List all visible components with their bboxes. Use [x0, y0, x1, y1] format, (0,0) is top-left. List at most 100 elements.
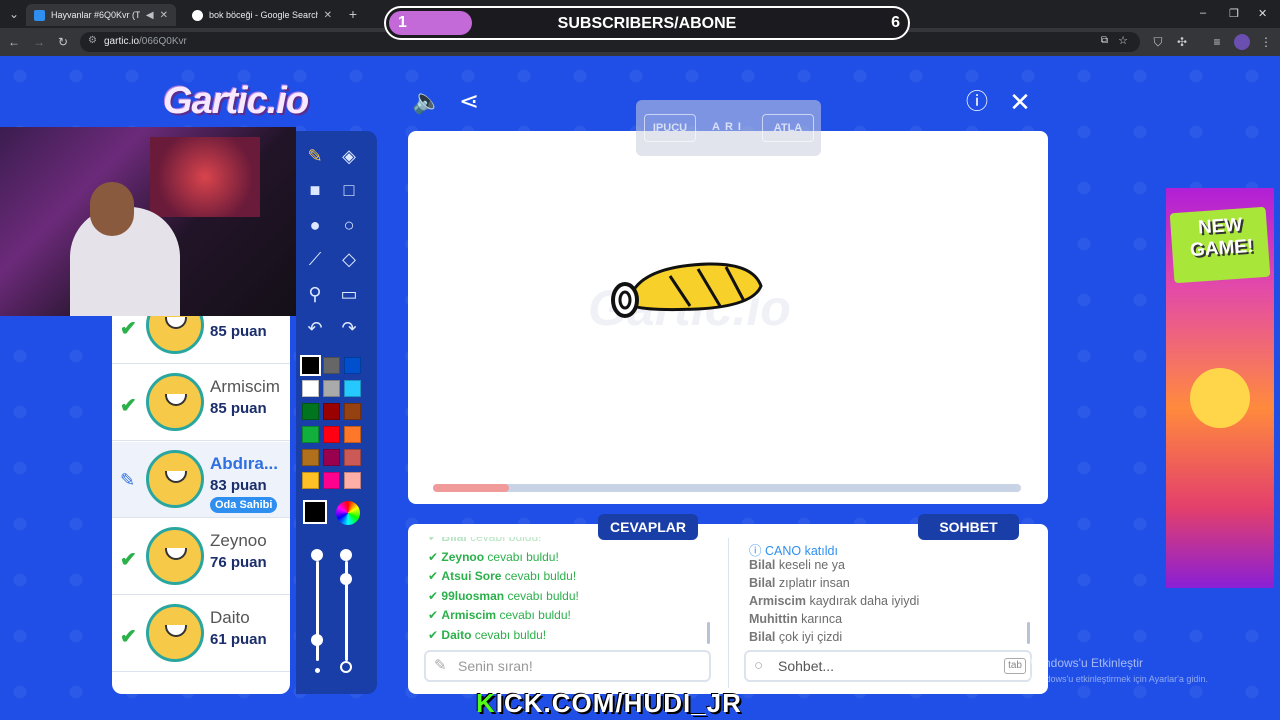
exit-icon[interactable]: ✕ — [1006, 88, 1034, 116]
new-tab-icon[interactable]: + — [345, 6, 361, 22]
undo-icon[interactable]: ↶ — [302, 315, 328, 341]
browser-tab-active[interactable]: Hayvanlar #6Q0Kvr (Türkçe) ◀ ✕ — [26, 4, 176, 26]
url-text: gartic.io/066Q0Kvr — [104, 36, 187, 47]
sound-icon[interactable]: 🔈 — [412, 88, 442, 116]
answer-input[interactable]: ✎ Senin sıran! — [424, 650, 711, 682]
pencil-icon[interactable]: ✎ — [302, 143, 328, 169]
color-swatch[interactable] — [344, 449, 361, 466]
pencil-input-icon: ✎ — [434, 657, 447, 674]
color-swatch[interactable] — [302, 380, 319, 397]
current-color[interactable] — [303, 500, 327, 524]
minimize-icon[interactable]: – — [1200, 7, 1206, 19]
eyedropper-icon[interactable]: ⚲ — [302, 281, 328, 307]
close-window-icon[interactable]: ✕ — [1258, 7, 1267, 20]
chat-scrollbar[interactable] — [1027, 622, 1030, 644]
avatar — [146, 373, 204, 431]
fill-bucket-icon[interactable]: ◇ — [336, 246, 362, 272]
color-swatch[interactable] — [344, 472, 361, 489]
maximize-icon[interactable]: ❐ — [1229, 7, 1239, 20]
color-swatch[interactable] — [344, 403, 361, 420]
share-icon[interactable]: ⋖ — [455, 88, 483, 116]
reload-icon[interactable]: ↻ — [55, 34, 71, 50]
avatar-smile — [165, 625, 187, 637]
line-icon[interactable]: ⟋ — [302, 246, 328, 272]
eraser-icon[interactable]: ◈ — [336, 143, 362, 169]
color-swatch[interactable] — [344, 380, 361, 397]
hint-bar: IPUCU ARI ATLA — [636, 100, 821, 156]
site-info-icon[interactable]: ⚙ — [88, 35, 97, 46]
menu-icon[interactable]: ⋮ — [1258, 34, 1274, 50]
guessed-check-icon: ✔ — [120, 626, 137, 648]
circle-icon[interactable]: ○ — [336, 212, 362, 238]
player-name: Armiscim — [210, 377, 280, 396]
shield-icon[interactable]: ⛉ — [1150, 34, 1166, 50]
tab-search-icon[interactable]: ⌄ — [6, 6, 22, 22]
chat-input[interactable]: ○ Sohbet... tab — [744, 650, 1032, 682]
answer-player: 99luosman — [441, 588, 505, 603]
back-icon[interactable]: ← — [6, 34, 22, 50]
browser-tab[interactable]: bok böceği - Google Search ✕ — [184, 4, 340, 26]
player-row[interactable]: ✔ Daito 61 puan — [112, 596, 290, 672]
chat-message: Armiscim kaydırak daha iyiydi — [749, 594, 919, 608]
check-icon: ✔ — [428, 608, 439, 623]
install-icon[interactable]: ⧉ — [1101, 35, 1108, 46]
extensions-icon[interactable]: ✣ — [1174, 34, 1190, 50]
color-swatch[interactable] — [323, 357, 340, 374]
color-swatch[interactable] — [344, 357, 361, 374]
color-swatch[interactable] — [302, 403, 319, 420]
clear-page-icon[interactable]: ▭ — [336, 281, 362, 307]
answers-scrollbar[interactable] — [707, 622, 710, 644]
filled-rect-icon[interactable]: ■ — [302, 177, 328, 203]
color-swatch[interactable] — [323, 449, 340, 466]
color-swatch[interactable] — [323, 472, 340, 489]
advertisement[interactable]: NEW GAME! — [1166, 188, 1274, 588]
color-wheel-icon[interactable] — [336, 501, 360, 525]
chat-tab[interactable]: SOHBET — [918, 514, 1019, 540]
close-tab-icon[interactable]: ✕ — [324, 10, 332, 21]
color-swatch[interactable] — [323, 403, 340, 420]
google-favicon-icon — [192, 9, 203, 21]
media-icon[interactable]: ≡ — [1209, 34, 1225, 50]
filled-circle-icon[interactable]: ● — [302, 212, 328, 238]
size-slider-knob-low[interactable] — [311, 634, 323, 646]
skip-button[interactable]: ATLA — [762, 114, 814, 142]
info-icon[interactable]: ⓘ — [963, 88, 991, 116]
color-swatch[interactable] — [300, 355, 321, 376]
close-tab-icon[interactable]: ✕ — [160, 10, 168, 21]
player-row[interactable]: ✎ Abdıra... 83 puan Oda Sahibi — [112, 442, 290, 518]
rect-icon[interactable]: □ — [336, 177, 362, 203]
chat-text: kaydırak daha iyiydi — [809, 594, 920, 608]
color-swatch[interactable] — [302, 449, 319, 466]
color-swatch[interactable] — [323, 426, 340, 443]
answers-tab[interactable]: CEVAPLAR — [598, 514, 698, 540]
chat-message: ⓘ CANO katıldı — [749, 540, 838, 559]
color-swatch[interactable] — [323, 380, 340, 397]
answer-player: Zeynoo — [441, 549, 485, 564]
player-row[interactable]: ✔ Armiscim 85 puan — [112, 365, 290, 441]
redo-icon[interactable]: ↷ — [336, 315, 362, 341]
guessed-check-icon: ✔ — [120, 549, 137, 571]
profile-avatar[interactable] — [1234, 34, 1250, 50]
player-row[interactable]: ✔ Zeynoo 76 puan — [112, 519, 290, 595]
chat-user: Bilal — [749, 558, 776, 572]
audio-icon[interactable]: ◀ — [146, 10, 154, 21]
chat-bubble-icon: ○ — [754, 657, 764, 674]
size-slider-knob[interactable] — [311, 549, 323, 561]
chat-message: Bilal keseli ne ya — [749, 558, 845, 572]
forward-icon[interactable]: → — [31, 34, 47, 50]
color-swatch[interactable] — [302, 426, 319, 443]
avatar-smile — [165, 317, 187, 329]
hint-button[interactable]: IPUCU — [644, 114, 696, 142]
chat-user: Armiscim — [749, 594, 806, 608]
drawing-pencil-icon: ✎ — [120, 470, 136, 490]
bookmark-star-icon[interactable]: ☆ — [1118, 34, 1128, 47]
drawing-canvas[interactable]: Gartic.io — [408, 131, 1048, 504]
player-row[interactable]: ✔ Bilal 85 puan — [112, 316, 290, 364]
chat-user: Bilal — [749, 630, 776, 644]
color-swatch[interactable] — [302, 472, 319, 489]
size-slider[interactable] — [316, 561, 319, 661]
guessed-check-icon: ✔ — [120, 318, 137, 340]
opacity-slider-knob[interactable] — [340, 549, 352, 561]
color-swatch[interactable] — [344, 426, 361, 443]
opacity-slider-knob-2[interactable] — [340, 573, 352, 585]
